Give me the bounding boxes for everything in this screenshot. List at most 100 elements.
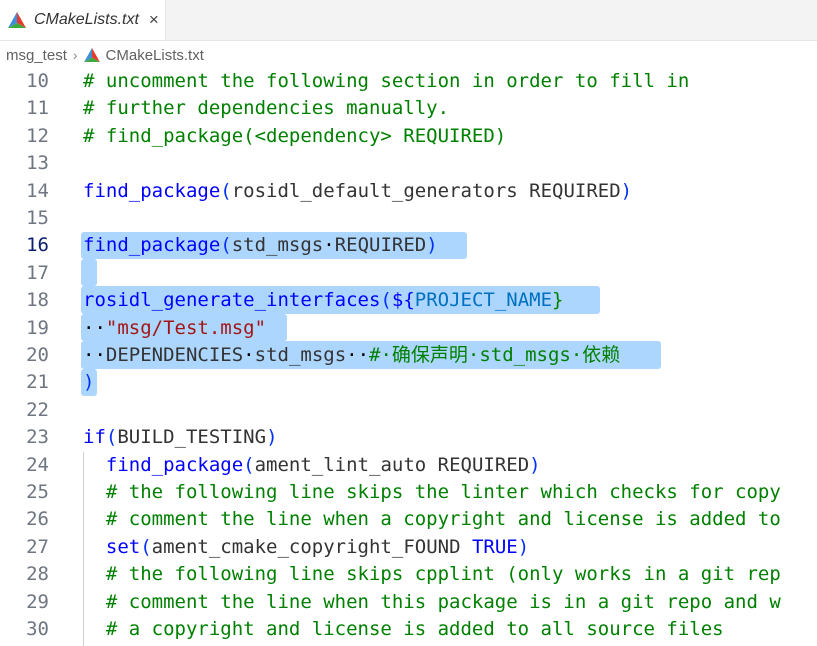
code-line[interactable]: 22 (0, 397, 817, 424)
code-token: · (243, 344, 255, 366)
tab-label: CMakeLists.txt (34, 11, 139, 28)
line-number: 25 (26, 481, 49, 503)
code-token: "msg/Test.msg" (105, 316, 267, 339)
code-editor[interactable]: 10 # uncomment the following section in o… (0, 68, 817, 646)
code-token: ) (83, 371, 95, 394)
code-line[interactable]: 25 # the following line skips the linter… (0, 479, 817, 506)
code-text: find_package(rosidl_default_generators R… (83, 178, 632, 205)
code-text: set(ament_cmake_copyright_FOUND TRUE) (83, 534, 529, 561)
code-line[interactable]: 28 # the following line skips cpplint (o… (0, 561, 817, 588)
line-number: 12 (26, 124, 49, 147)
code-line[interactable]: 19 ··"msg/Test.msg" (0, 315, 817, 342)
code-token: # a copyright and license is added to al… (83, 618, 724, 640)
code-line[interactable]: 17 (0, 260, 817, 287)
code-token: ( (380, 289, 392, 312)
line-number: 11 (26, 97, 49, 120)
code-text: ) (83, 369, 94, 396)
code-token: DEPENDENCIES (105, 344, 244, 366)
code-token: # the following line skips cpplint (only… (83, 563, 781, 586)
code-token: rosidl_default_generators REQUIRED (231, 179, 621, 202)
code-token: REQUIRED (334, 234, 427, 257)
code-line[interactable]: 24 find_package(ament_lint_auto REQUIRED… (0, 452, 817, 479)
code-line[interactable]: 13 (0, 150, 817, 177)
code-text: # a copyright and license is added to al… (83, 616, 724, 643)
code-token: # comment the line when a copyright and … (83, 508, 781, 531)
code-token: find_package (83, 453, 244, 476)
code-line[interactable]: 11 # further dependencies manually. (0, 95, 817, 122)
code-line[interactable]: 16 find_package(std_msgs·REQUIRED) (0, 232, 817, 259)
line-number: 17 (26, 261, 49, 284)
line-number: 18 (26, 289, 49, 312)
line-number: 15 (26, 207, 49, 229)
tab-bar: CMakeLists.txt × (0, 0, 817, 41)
code-line[interactable]: 30 # a copyright and license is added to… (0, 616, 817, 643)
code-line[interactable]: 14 find_package(rosidl_default_generators… (0, 178, 817, 205)
code-text: find_package(std_msgs·REQUIRED) (83, 232, 438, 259)
code-token: ) (620, 179, 633, 202)
code-line[interactable]: 10 # uncomment the following section in o… (0, 68, 817, 95)
code-text: # uncomment the following section in ord… (83, 68, 689, 95)
code-token: ( (140, 535, 152, 558)
code-token: } (552, 289, 564, 312)
code-token: ${ (391, 289, 415, 312)
code-token: ament_lint_auto REQUIRED (254, 453, 530, 476)
code-token: ·· (83, 344, 106, 366)
code-text: # comment the line when this package is … (83, 589, 781, 616)
code-token: PROJECT_NAME (414, 289, 553, 312)
code-token: find_package (83, 234, 221, 257)
close-icon[interactable]: × (149, 10, 159, 30)
code-line[interactable]: 21) (0, 369, 817, 396)
code-line[interactable]: 18 rosidl_generate_interfaces(${PROJECT_N… (0, 287, 817, 314)
tab-cmakelists[interactable]: CMakeLists.txt × (0, 0, 166, 40)
line-number: 14 (26, 179, 49, 202)
line-number: 30 (26, 618, 49, 640)
code-token: # uncomment the following section in ord… (83, 70, 690, 92)
code-token: ) (529, 453, 541, 476)
code-token: BUILD_TESTING (117, 426, 267, 449)
code-token: ( (243, 453, 255, 476)
code-token: ament_cmake_copyright_FOUND (151, 535, 472, 558)
code-line[interactable]: 15 (0, 205, 817, 232)
code-text: find_package(ament_lint_auto REQUIRED) (83, 452, 541, 479)
code-token: std_msgs (254, 344, 347, 366)
line-number: 19 (26, 316, 49, 339)
code-text: # further dependencies manually. (83, 95, 449, 122)
code-token: ( (220, 179, 232, 202)
code-token: # comment the line when this package is … (83, 590, 781, 613)
code-token: · (323, 234, 335, 257)
code-token: ·· (346, 344, 370, 366)
line-number: 26 (26, 508, 49, 531)
line-number: 10 (26, 70, 49, 92)
line-number: 27 (26, 535, 49, 558)
line-number: 24 (26, 453, 49, 476)
code-line[interactable]: 12 # find_package(<dependency> REQUIRED) (0, 123, 817, 150)
code-line[interactable]: 27 set(ament_cmake_copyright_FOUND TRUE) (0, 534, 817, 561)
breadcrumb: msg_test › CMakeLists.txt (0, 41, 817, 69)
code-text: # comment the line when a copyright and … (83, 506, 781, 533)
code-token: # find_package(<dependency> REQUIRED) (83, 124, 507, 147)
line-number: 23 (26, 426, 49, 449)
line-number: 21 (26, 371, 49, 394)
code-token: ( (105, 426, 118, 449)
line-number: 16 (26, 234, 49, 257)
code-token: ) (266, 426, 278, 449)
code-text: ··DEPENDENCIES·std_msgs··#·确保声明·std_msgs… (83, 342, 620, 369)
breadcrumb-file[interactable]: CMakeLists.txt (83, 46, 204, 64)
code-line[interactable]: 23 if(BUILD_TESTING) (0, 424, 817, 451)
line-number: 29 (26, 590, 49, 613)
code-token: find_package (83, 179, 221, 202)
line-number: 22 (26, 398, 49, 421)
code-text: rosidl_generate_interfaces(${PROJECT_NAM… (83, 287, 564, 314)
breadcrumb-folder[interactable]: msg_test (6, 47, 67, 64)
breadcrumb-file-label: CMakeLists.txt (105, 46, 204, 64)
code-line[interactable]: 26 # comment the line when a copyright a… (0, 506, 817, 533)
code-line[interactable]: 20 ··DEPENDENCIES·std_msgs··#·确保声明·std_ms… (0, 342, 817, 369)
code-token: # the following line skips the linter wh… (83, 481, 781, 503)
code-line[interactable]: 29 # comment the line when this package … (0, 589, 817, 616)
code-token: #·确保声明·std_msgs·依赖 (369, 344, 621, 366)
line-number: 13 (26, 152, 49, 175)
code-token: set (83, 535, 141, 558)
line-number: 28 (26, 563, 49, 586)
line-number: 20 (26, 344, 49, 366)
code-text: # the following line skips the linter wh… (83, 479, 781, 506)
